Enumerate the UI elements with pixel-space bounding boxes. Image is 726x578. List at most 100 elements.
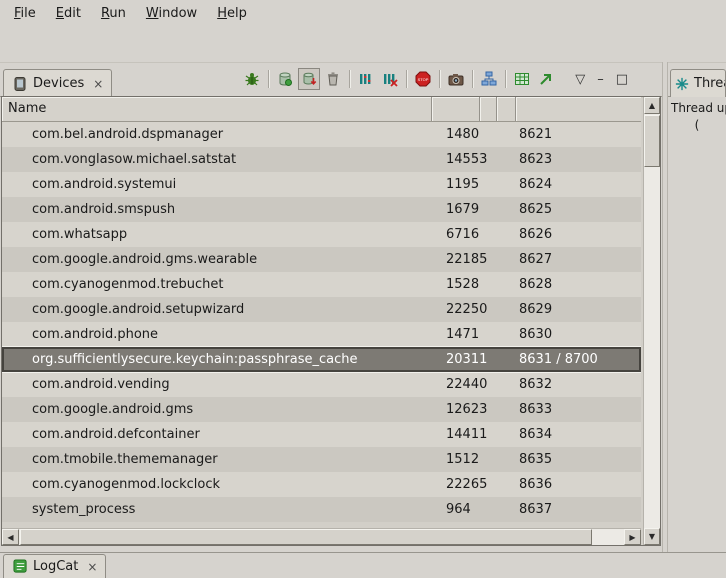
process-pid: 6716 xyxy=(446,222,479,247)
close-icon[interactable]: × xyxy=(93,77,103,91)
process-port: 8623 xyxy=(519,147,552,172)
column-header-name[interactable]: Name xyxy=(2,97,432,121)
device-row[interactable]: com.vonglasow.michael.satstat145538623 xyxy=(2,147,641,172)
main-toolbar xyxy=(0,26,726,63)
device-row[interactable]: com.android.systemui11958624 xyxy=(2,172,641,197)
table-header: Name xyxy=(2,97,641,122)
process-name: com.google.android.gms.wearable xyxy=(32,247,257,272)
threads-message-line: ( xyxy=(668,117,726,134)
stop-process-icon[interactable]: STOP xyxy=(412,68,434,90)
device-row[interactable]: com.cyanogenmod.trebuchet 1528 8628 xyxy=(2,272,641,297)
menu-edit[interactable]: Edit xyxy=(46,3,91,24)
maximize-icon[interactable]: □ xyxy=(616,72,628,87)
view-menu-icon[interactable]: ▽ xyxy=(575,72,585,87)
tab-logcat[interactable]: LogCat × xyxy=(3,554,106,578)
device-row[interactable]: com.cyanogenmod.lockclock 22265 8636 xyxy=(2,472,641,497)
device-icon xyxy=(12,76,28,92)
device-row[interactable]: com.android.defcontainer 14411 8634 xyxy=(2,422,641,447)
scroll-up-button[interactable]: ▲ xyxy=(644,97,660,114)
threads-message-line: Thread up xyxy=(668,100,726,117)
process-pid: 22265 xyxy=(446,472,487,497)
process-name: system_process xyxy=(32,497,135,522)
process-port: 8631 / 8700 xyxy=(519,347,598,372)
process-port: 8624 xyxy=(519,172,552,197)
method-profiling-icon[interactable] xyxy=(379,68,401,90)
device-row[interactable]: com.tmobile.thememanager15128635 xyxy=(2,447,641,472)
dump-hprof-icon[interactable] xyxy=(298,68,320,90)
device-row[interactable]: com.google.android.setupwizard 22250 8629 xyxy=(2,297,641,322)
view-hierarchy-icon[interactable] xyxy=(478,68,500,90)
process-port: 8628 xyxy=(519,272,552,297)
update-heap-icon[interactable] xyxy=(274,68,296,90)
device-row[interactable]: com.android.vending 22440 8632 xyxy=(2,372,641,397)
horizontal-scrollbar[interactable]: ◀ ▶ xyxy=(2,528,641,545)
svg-text:STOP: STOP xyxy=(418,77,429,82)
horizontal-scrollbar-thumb[interactable] xyxy=(20,529,592,545)
process-port: 8630 xyxy=(519,322,552,347)
scroll-right-button[interactable]: ▶ xyxy=(624,529,641,545)
process-name: com.android.defcontainer xyxy=(32,422,200,447)
process-pid: 1528 xyxy=(446,272,479,297)
devices-panel: Devices × xyxy=(0,62,662,552)
process-pid: 20311 xyxy=(446,347,487,372)
update-threads-icon[interactable] xyxy=(355,68,377,90)
cause-gc-icon[interactable] xyxy=(322,68,344,90)
debug-icon[interactable] xyxy=(241,68,263,90)
process-pid: 1679 xyxy=(446,197,479,222)
device-row[interactable]: com.bel.android.dspmanager14808621 xyxy=(2,122,641,147)
process-pid: 22250 xyxy=(446,297,487,322)
tab-threads[interactable]: Threa xyxy=(670,69,726,97)
process-port: 8626 xyxy=(519,222,552,247)
device-row[interactable]: org.sufficientlysecure.keychain:passphra… xyxy=(2,347,641,372)
process-name: com.android.phone xyxy=(32,322,158,347)
process-name: com.tmobile.thememanager xyxy=(32,447,218,472)
device-row[interactable]: com.google.android.gms126238633 xyxy=(2,397,641,422)
column-header-spacer1 xyxy=(480,97,497,121)
menu-window[interactable]: Window xyxy=(136,3,207,24)
process-port: 8636 xyxy=(519,472,552,497)
process-name: com.android.systemui xyxy=(32,172,176,197)
process-port: 8621 xyxy=(519,122,552,147)
logcat-icon xyxy=(12,559,28,575)
start-tracing-icon[interactable] xyxy=(535,68,557,90)
menu-file[interactable]: File xyxy=(4,3,46,24)
menu-help[interactable]: Help xyxy=(207,3,257,24)
process-port: 8629 xyxy=(519,297,552,322)
tab-logcat-label: LogCat xyxy=(33,559,78,574)
tab-threads-label: Threa xyxy=(694,76,726,91)
scroll-left-button[interactable]: ◀ xyxy=(2,529,19,545)
process-name: com.whatsapp xyxy=(32,222,127,247)
process-port: 8632 xyxy=(519,372,552,397)
process-name: com.cyanogenmod.lockclock xyxy=(32,472,220,497)
menu-run[interactable]: Run xyxy=(91,3,136,24)
scroll-down-button[interactable]: ▼ xyxy=(644,528,660,545)
process-pid: 14411 xyxy=(446,422,487,447)
device-row[interactable]: com.android.smspush16798625 xyxy=(2,197,641,222)
device-row[interactable]: com.android.phone14718630 xyxy=(2,322,641,347)
process-port: 8627 xyxy=(519,247,552,272)
vertical-scrollbar-thumb[interactable] xyxy=(644,115,660,167)
close-icon[interactable]: × xyxy=(87,560,97,574)
menubar: FileEditRunWindowHelp xyxy=(0,0,726,26)
tab-devices[interactable]: Devices × xyxy=(3,69,112,97)
system-trace-icon[interactable] xyxy=(511,68,533,90)
vertical-scrollbar[interactable]: ▲ ▼ xyxy=(643,97,660,545)
process-name: com.google.android.setupwizard xyxy=(32,297,244,322)
process-port: 8633 xyxy=(519,397,552,422)
minimize-icon[interactable]: – xyxy=(597,72,604,87)
column-header-port xyxy=(516,97,641,121)
device-row[interactable]: com.whatsapp 6716 8626 xyxy=(2,222,641,247)
process-pid: 22440 xyxy=(446,372,487,397)
process-name: com.android.vending xyxy=(32,372,170,397)
devices-table: Name com.bel.android.dspmanager14808621c… xyxy=(1,96,661,546)
toolbar-separator xyxy=(406,70,407,88)
process-name: com.cyanogenmod.trebuchet xyxy=(32,272,224,297)
device-row[interactable]: system_process9648637 xyxy=(2,497,641,522)
process-port: 8634 xyxy=(519,422,552,447)
process-port: 8635 xyxy=(519,447,552,472)
screen-capture-icon[interactable] xyxy=(445,68,467,90)
device-row[interactable]: com.google.android.gms.wearable 22185 8627 xyxy=(2,247,641,272)
process-name: com.android.smspush xyxy=(32,197,175,222)
process-pid: 22185 xyxy=(446,247,487,272)
column-header-spacer2 xyxy=(497,97,516,121)
